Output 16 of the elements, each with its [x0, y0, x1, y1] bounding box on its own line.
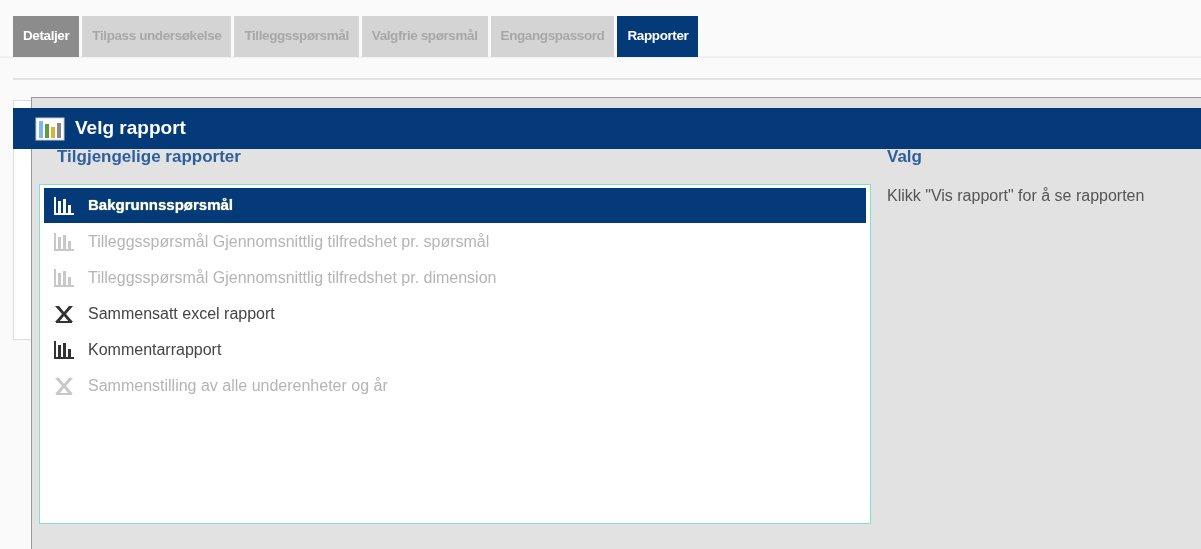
tab[interactable]: Detaljer: [13, 16, 80, 57]
bar-chart-icon: [35, 116, 65, 141]
bar-chart-icon: [54, 268, 74, 287]
hint-text: Klikk "Vis rapport" for å se rapporten: [887, 186, 1145, 206]
report-item[interactable]: Sammensatt excel rapport: [44, 296, 866, 331]
report-item[interactable]: Bakgrunnsspørsmål: [44, 188, 866, 223]
dialog-title: Velg rapport: [75, 116, 186, 141]
bar-chart-icon: [54, 340, 74, 359]
bar-chart-icon: [54, 196, 74, 215]
section-heading: Tilgjengelige rapporter: [57, 148, 242, 166]
tab[interactable]: Rapporter: [617, 16, 699, 57]
section-heading: Valg: [887, 148, 923, 166]
bar-chart-icon: [54, 232, 74, 251]
report-item[interactable]: Kommentarrapport: [44, 332, 866, 367]
crossed-icon: [54, 304, 74, 323]
crossed-icon: [54, 376, 74, 395]
